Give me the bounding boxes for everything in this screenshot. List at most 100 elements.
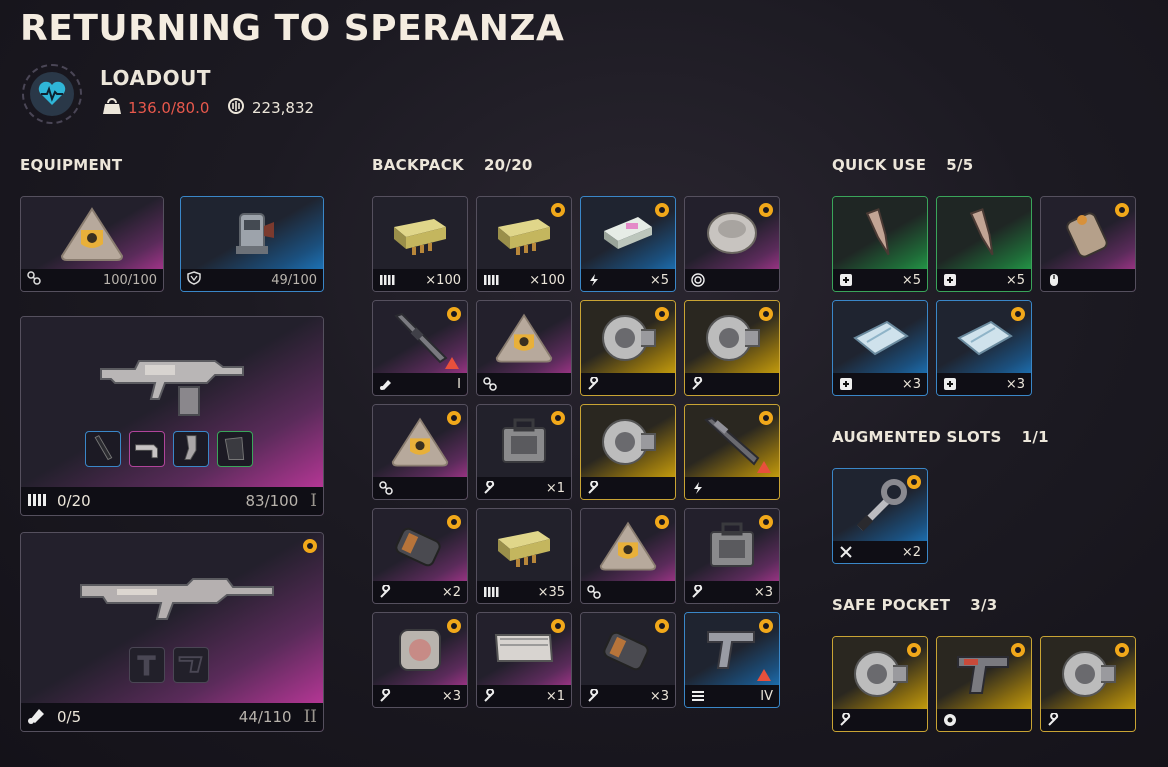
quick-use-slot[interactable]: ×3 [936, 300, 1032, 396]
upgrade-badge [447, 515, 461, 529]
wrench-icon [379, 689, 393, 703]
slot-quantity: IV [760, 688, 773, 704]
slot-quantity: I [457, 376, 461, 392]
backpack-label: BACKPACK [372, 156, 464, 174]
weapon-mods [85, 431, 253, 467]
backpack-slot[interactable]: I [372, 300, 468, 396]
engine-part-icon [699, 310, 765, 370]
slot-quantity: ×5 [1005, 272, 1025, 288]
engine-part-icon [847, 646, 913, 706]
primary-weapon-slot[interactable]: 0/20 83/100 I [20, 316, 324, 516]
backpack-slot[interactable] [684, 196, 780, 292]
injector-icon [855, 206, 905, 266]
magazine-mod-slot[interactable] [217, 431, 253, 467]
augment-icon [587, 585, 601, 599]
rifle-icon [95, 339, 245, 423]
slot-quantity: ×1 [545, 480, 565, 496]
backpack-slot[interactable]: ×1 [476, 612, 572, 708]
upgrade-badge [759, 307, 773, 321]
backpack-slot[interactable]: IV [684, 612, 780, 708]
target-icon [691, 273, 705, 287]
heal-icon [839, 273, 853, 287]
empty-mod-slot-t[interactable] [129, 647, 165, 683]
upgrade-badge [759, 515, 773, 529]
backpack-slot[interactable] [580, 508, 676, 604]
safe-pocket-slot[interactable] [832, 636, 928, 732]
empty-mod-slot-stock[interactable] [173, 647, 209, 683]
augment-slot[interactable]: 100/100 [20, 196, 164, 292]
heart-pulse-icon [30, 72, 74, 116]
injector-icon [959, 206, 1009, 266]
fuse-part-icon [390, 622, 450, 682]
upgrade-badge [655, 307, 669, 321]
backpack-slot[interactable] [476, 300, 572, 396]
backpack-slot[interactable] [580, 404, 676, 500]
primary-durability: 83/100 [245, 492, 299, 510]
quick-use-slot[interactable]: ×5 [832, 196, 928, 292]
upgrade-badge [303, 539, 317, 553]
avatar[interactable] [22, 64, 82, 124]
canister-icon [388, 520, 452, 576]
backpack-slot[interactable]: ×1 [476, 404, 572, 500]
upgrade-badge [907, 475, 921, 489]
heal-icon [943, 273, 957, 287]
quick-use-slot[interactable]: ×3 [832, 300, 928, 396]
upgrade-badge [551, 619, 565, 633]
slot-quantity: ×3 [753, 584, 773, 600]
coins-indicator: 223,832 [228, 98, 314, 118]
backpack-slot[interactable] [580, 300, 676, 396]
shield-device-icon [224, 206, 280, 266]
secondary-weapon-slot[interactable]: 0/5 44/110 II [20, 532, 324, 732]
page-title: RETURNING TO SPERANZA [20, 8, 565, 49]
toolbox-icon [495, 414, 553, 474]
backpack-slot[interactable]: ×2 [372, 508, 468, 604]
quick-use-slot[interactable] [1040, 196, 1136, 292]
trap-disc-icon [702, 209, 762, 263]
weight-value: 136.0/80.0 [128, 99, 210, 117]
secondary-durability: 44/110 [238, 708, 292, 726]
slot-quantity: ×35 [537, 584, 565, 600]
backpack-slot[interactable]: ×35 [476, 508, 572, 604]
wrench-icon [691, 585, 705, 599]
barrel-mod-slot[interactable] [85, 431, 121, 467]
secondary-ammo: 0/5 [57, 708, 82, 726]
backpack-slot[interactable]: ×5 [580, 196, 676, 292]
heal-icon [943, 377, 957, 391]
safe-pocket-slot[interactable] [1040, 636, 1136, 732]
safe-pocket-slot[interactable] [936, 636, 1032, 732]
quick-use-count: 5/5 [946, 156, 974, 174]
augment-stat: 100/100 [102, 272, 157, 288]
wrench-icon [839, 713, 853, 727]
augment-icon [379, 481, 393, 495]
augmented-label: AUGMENTED SLOTS [832, 428, 1002, 446]
slot-quantity: ×2 [901, 544, 921, 560]
wrench-icon [587, 377, 601, 391]
backpack-slot[interactable] [684, 404, 780, 500]
backpack-slot[interactable] [372, 404, 468, 500]
drill-gun-icon [952, 647, 1016, 705]
shield-slot[interactable]: 49/100 [180, 196, 324, 292]
backpack-slot[interactable]: ×3 [684, 508, 780, 604]
augment-chip-icon [598, 520, 658, 576]
wrench-tool-icon [850, 476, 910, 540]
quick-use-slot[interactable]: ×5 [936, 196, 1032, 292]
safe-pocket-count: 3/3 [970, 596, 998, 614]
warning-icon [445, 357, 459, 369]
wrench-icon [587, 689, 601, 703]
bandage-icon [951, 316, 1017, 364]
underbarrel-mod-slot[interactable] [173, 431, 209, 467]
slot-quantity: ×100 [529, 272, 565, 288]
primary-ammo: 0/20 [57, 492, 91, 510]
augmented-slot[interactable]: ×2 [832, 468, 928, 564]
backpack-slot[interactable]: ×3 [580, 612, 676, 708]
backpack-slot[interactable] [684, 300, 780, 396]
backpack-slot[interactable]: ×100 [476, 196, 572, 292]
light-ammo-icon [483, 585, 501, 599]
backpack-slot[interactable]: ×100 [372, 196, 468, 292]
upgrade-badge [447, 307, 461, 321]
grip-mod-slot[interactable] [129, 431, 165, 467]
metal-plate-icon [490, 625, 558, 679]
upgrade-badge [1011, 643, 1025, 657]
slot-quantity: ×100 [425, 272, 461, 288]
backpack-slot[interactable]: ×3 [372, 612, 468, 708]
